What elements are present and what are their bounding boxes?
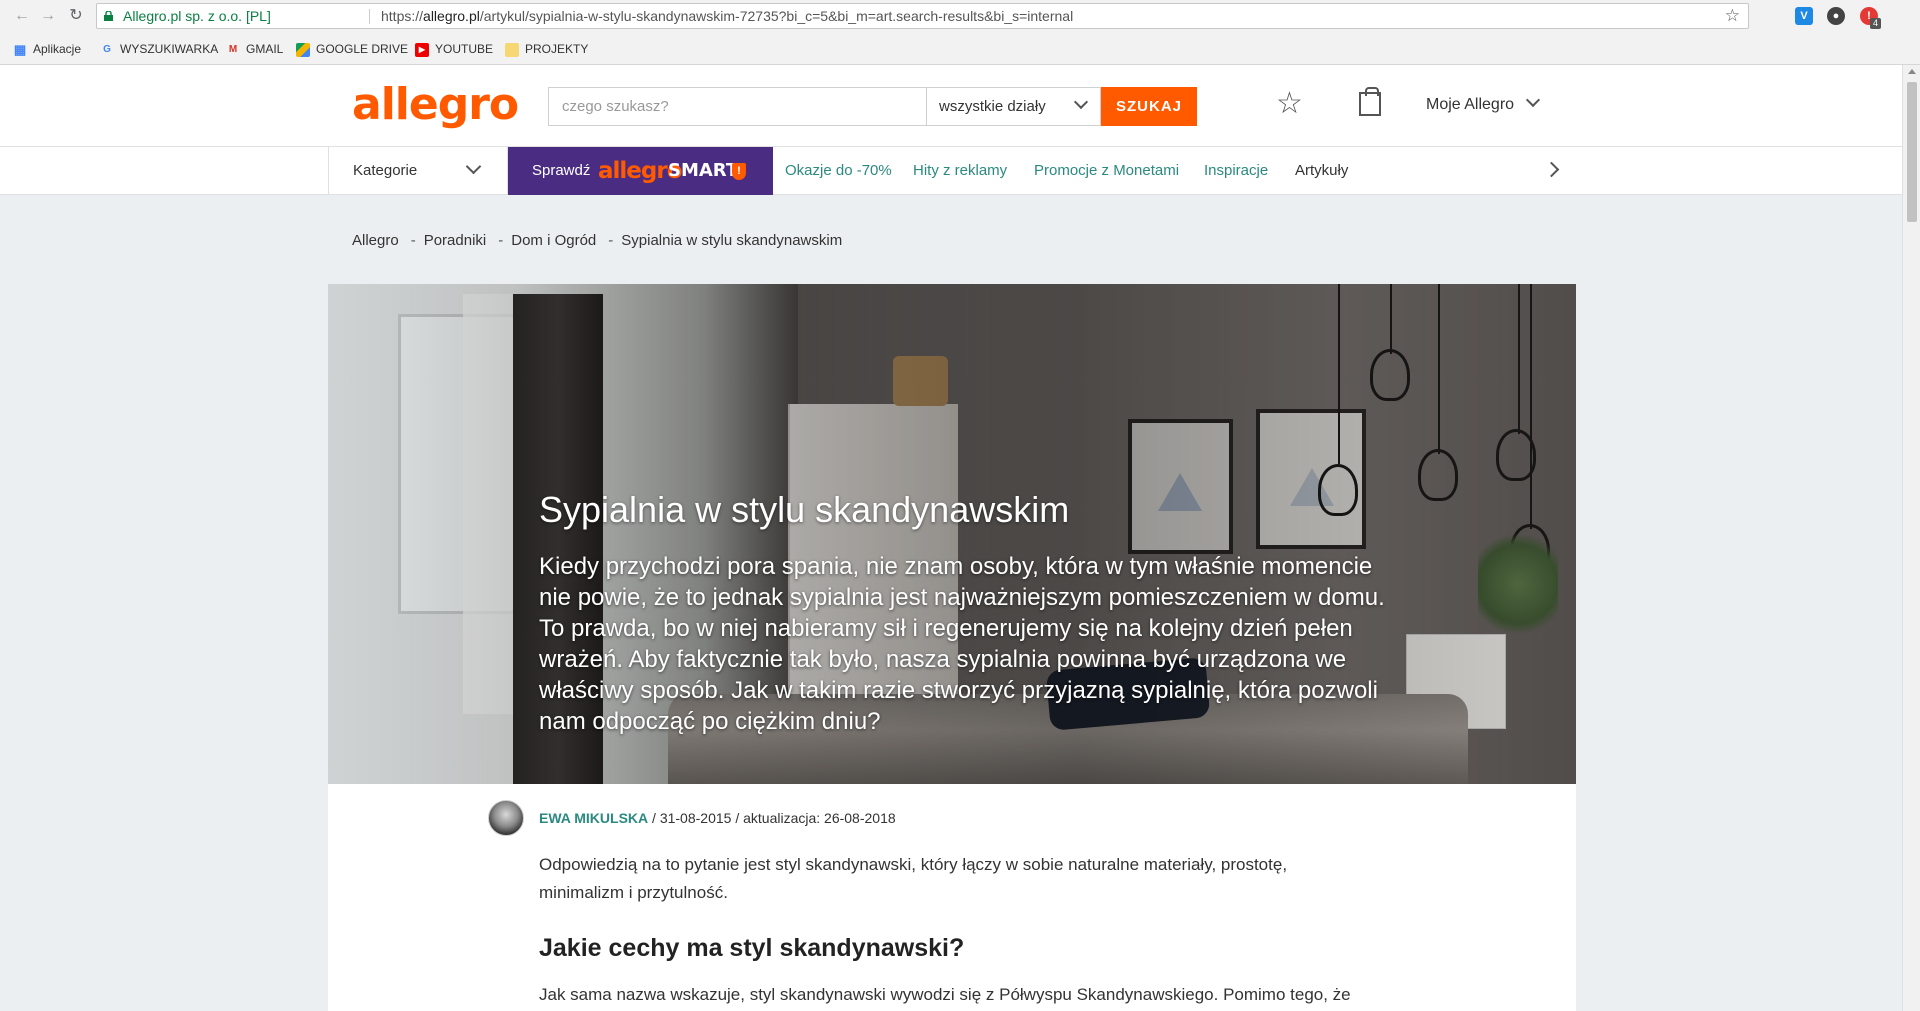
bookmark-projekty[interactable]: PROJEKTY [505,41,588,57]
reload-icon[interactable]: ↻ [66,6,86,26]
back-arrow-icon[interactable]: ← [12,6,32,26]
breadcrumb-item[interactable]: Allegro [352,232,399,249]
bookmark-label: WYSZUKIWARKA [120,42,219,56]
chevron-down-icon [1525,92,1541,108]
department-value: wszystkie działy [939,98,1046,115]
bookmark-label: GMAIL [246,42,284,56]
allegro-logo[interactable]: allegro [352,79,519,130]
url-path: /artykul/sypialnia-w-stylu-skandynawskim… [479,8,1074,24]
account-menu[interactable]: Moje Allegro [1426,92,1541,114]
bookmark-star-icon[interactable]: ☆ [1725,4,1740,28]
article-body: EWA MIKULSKA / 31-08-2015 / aktualizacja… [328,784,1576,1011]
article-intro: Odpowiedzią na to pytanie jest styl skan… [539,855,1288,902]
article-lead: Kiedy przychodzi pora spania, nie znam o… [539,553,1385,735]
gmail-icon: M [228,43,238,55]
forward-arrow-icon[interactable]: → [38,6,58,26]
allegro-smart-banner[interactable]: Sprawdź allegro SMART ! [508,147,773,195]
categories-dropdown[interactable]: Kategorie [328,147,508,194]
search-button[interactable]: SZUKAJ [1101,87,1197,126]
url-scheme: https:// [381,8,424,24]
address-bar[interactable]: Allegro.pl sp. z o.o. [PL] https://alleg… [96,3,1749,29]
breadcrumb-item[interactable]: Poradniki [424,232,487,249]
folder-icon [505,42,519,57]
cart-bag-icon[interactable] [1359,87,1381,116]
breadcrumb-separator: - [410,232,416,249]
nav-link-promocje[interactable]: Promocje z Monetami [1034,162,1179,179]
nav-link-inspiracje[interactable]: Inspiracje [1204,162,1268,179]
url-domain: allegro.pl [423,8,480,24]
account-label: Moje Allegro [1426,96,1515,113]
bookmark-youtube[interactable]: ▶ YOUTUBE [415,41,493,57]
author-avatar [488,800,524,836]
bookmark-gmail[interactable]: M GMAIL [226,41,284,57]
bookmark-label: GOOGLE DRIVE [316,42,409,56]
lock-icon [104,11,113,21]
breadcrumb-separator: - [608,232,614,249]
chevron-down-icon [1073,94,1089,110]
nav-link-hity[interactable]: Hity z reklamy [913,162,1007,179]
site-header: allegro czego szukasz? wszystkie działy … [0,65,1902,146]
bookmarks-bar: ▦ Aplikacje G WYSZUKIWARKA M GMAIL GOOGLE D… [0,33,1920,65]
hero-banner: Sypialnia w stylu skandynawskim Kiedy pr… [328,284,1576,784]
bookmark-google-drive[interactable]: GOOGLE DRIVE [296,41,408,57]
drive-icon [296,42,310,57]
google-icon: G [103,43,111,55]
breadcrumb-item[interactable]: Dom i Ogród [511,232,596,249]
article-dates: / 31-08-2015 / aktualizacja: 26-08-2018 [652,810,896,826]
address-separator [369,9,370,24]
search-input[interactable]: czego szukasz? [548,87,927,126]
apps-grid-icon: ▦ [13,41,27,57]
smart-shield-icon: ! [732,163,746,180]
extension-v-icon[interactable]: V [1795,7,1813,25]
scrollbar-thumb[interactable] [1907,82,1917,222]
bookmark-label: YOUTUBE [435,42,494,56]
nav-link-okazje[interactable]: Okazje do -70% [785,162,892,179]
watchlist-star-icon[interactable]: ☆ [1276,89,1303,119]
breadcrumb-separator: - [498,232,504,249]
nav-link-artykuly[interactable]: Artykuły [1295,162,1348,179]
youtube-icon: ▶ [415,42,429,57]
bookmark-label: Aplikacje [33,42,82,56]
smart-label: SMART [668,160,739,181]
article-paragraph: Jak sama nazwa wskazuje, styl skandynaws… [539,985,1351,1004]
extension-dark-icon[interactable]: ● [1827,7,1845,25]
author-link[interactable]: EWA MIKULSKA [539,810,648,826]
breadcrumb-current: Sypialnia w stylu skandynawskim [621,232,843,249]
chevron-down-icon [465,158,482,175]
page-scrollbar[interactable] [1902,65,1920,1011]
category-nav: Kategorie Sprawdź allegro SMART ! Okazje… [0,146,1902,195]
site-identity[interactable]: Allegro.pl sp. z o.o. [PL] [123,4,271,28]
scroll-up-arrow-icon[interactable] [1908,69,1916,74]
article-meta: EWA MIKULSKA / 31-08-2015 / aktualizacja… [539,810,896,826]
categories-label: Kategorie [353,162,418,179]
smart-prefix: Sprawdź [532,162,591,179]
department-select[interactable]: wszystkie działy [926,87,1101,126]
article-title: Sypialnia w stylu skandynawskim [539,489,1070,530]
bookmark-label: PROJEKTY [525,42,589,56]
bookmark-wyszukiwarka[interactable]: G WYSZUKIWARKA [100,41,218,57]
url-text[interactable]: https://allegro.pl/artykul/sypialnia-w-s… [381,4,1073,28]
section-heading: Jakie cechy ma styl skandynawski? [539,934,965,962]
extension-badge: 4 [1870,18,1882,29]
breadcrumb: Allegro - Poradniki - Dom i Ogród - Sypialnia … [352,232,842,249]
chevron-right-icon[interactable] [1543,161,1560,178]
bookmark-apps[interactable]: ▦ Aplikacje [13,41,81,57]
browser-toolbar: ← → ↻ Allegro.pl sp. z o.o. [PL] https:/… [0,0,1920,33]
